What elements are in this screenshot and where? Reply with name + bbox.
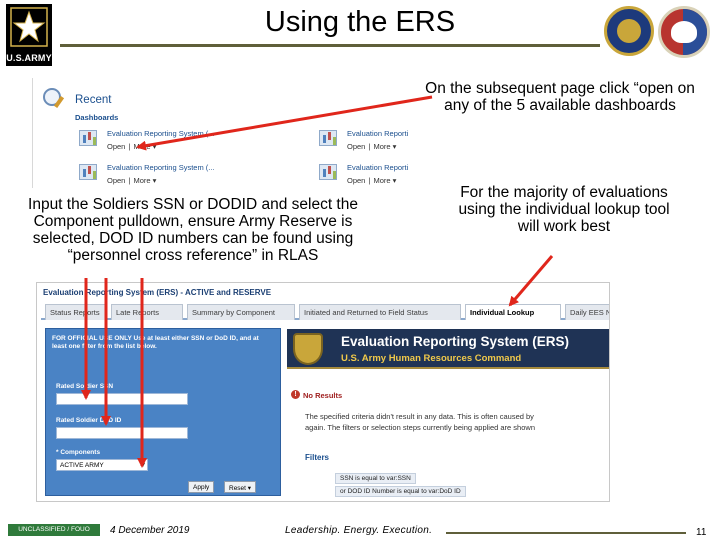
footer-date: 4 December 2019 bbox=[110, 525, 190, 536]
annotation-arrows bbox=[81, 95, 554, 468]
footer-divider bbox=[446, 532, 686, 534]
classification-badge: UNCLASSIFIED / FOUO bbox=[8, 524, 100, 536]
footer-motto: Leadership. Energy. Execution. bbox=[285, 525, 433, 536]
arrow-to-open-link bbox=[136, 95, 433, 151]
page-number: 11 bbox=[696, 527, 707, 538]
arrow-to-lookup-tab bbox=[508, 255, 554, 307]
